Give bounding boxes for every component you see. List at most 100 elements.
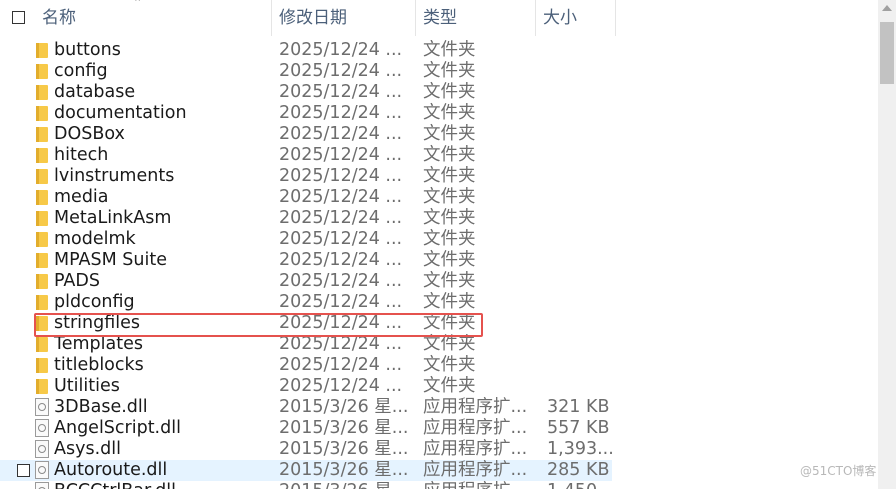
column-header-name[interactable]: 名称	[34, 0, 271, 36]
file-row[interactable]: 3DBase.dll 2015/3/26 星... 应用程序扩... 321 KB	[0, 397, 878, 418]
file-modified-date: 2025/12/24 ...	[279, 103, 403, 123]
scrollbar-thumb[interactable]	[880, 22, 894, 84]
file-row[interactable]: documentation 2025/12/24 ... 文件夹	[0, 103, 878, 124]
file-name: MPASM Suite	[54, 250, 167, 270]
file-type: 文件夹	[423, 376, 476, 396]
folder-icon	[36, 232, 48, 247]
file-type: 文件夹	[423, 103, 476, 123]
file-row[interactable]: database 2025/12/24 ... 文件夹	[0, 82, 878, 103]
file-name: documentation	[54, 103, 187, 123]
folder-icon	[36, 211, 48, 226]
folder-icon	[36, 64, 48, 79]
file-row[interactable]: titleblocks 2025/12/24 ... 文件夹	[0, 355, 878, 376]
file-row[interactable]: modelmk 2025/12/24 ... 文件夹	[0, 229, 878, 250]
file-type: 文件夹	[423, 40, 476, 60]
file-modified-date: 2025/12/24 ...	[279, 355, 403, 375]
file-name: MetaLinkAsm	[54, 208, 172, 228]
file-size: 557 KB	[547, 418, 610, 438]
file-row[interactable]: AngelScript.dll 2015/3/26 星... 应用程序扩... 557…	[0, 418, 878, 439]
file-type: 文件夹	[423, 145, 476, 165]
file-modified-date: 2025/12/24 ...	[279, 82, 403, 102]
file-row[interactable]: media 2025/12/24 ... 文件夹	[0, 187, 878, 208]
highlight-annotation-box	[34, 313, 483, 337]
folder-icon	[36, 358, 48, 373]
file-type: 文件夹	[423, 187, 476, 207]
folder-icon	[36, 148, 48, 163]
folder-icon	[36, 106, 48, 121]
file-row[interactable]: Asys.dll 2015/3/26 星... 应用程序扩... 1,393...	[0, 439, 878, 460]
file-row[interactable]: MetaLinkAsm 2025/12/24 ... 文件夹	[0, 208, 878, 229]
column-header-type[interactable]: 类型	[415, 0, 535, 36]
dll-file-icon	[35, 482, 49, 489]
file-modified-date: 2025/12/24 ...	[279, 250, 403, 270]
file-name: lvinstruments	[54, 166, 175, 186]
file-row[interactable]: Autoroute.dll 2015/3/26 星... 应用程序扩... 285 K…	[0, 460, 612, 481]
column-divider[interactable]	[615, 0, 616, 36]
file-type: 文件夹	[423, 166, 476, 186]
file-row[interactable]: hitech 2025/12/24 ... 文件夹	[0, 145, 878, 166]
file-name: pldconfig	[54, 292, 135, 312]
file-modified-date: 2025/12/24 ...	[279, 166, 403, 186]
file-name: modelmk	[54, 229, 136, 249]
file-type: 文件夹	[423, 124, 476, 144]
column-header-bar: ⌃ 名称 修改日期 类型 大小	[0, 0, 878, 36]
dll-file-icon	[35, 419, 49, 437]
file-type: 应用程序扩...	[423, 439, 528, 459]
file-row[interactable]: buttons 2025/12/24 ... 文件夹	[0, 40, 878, 61]
file-row[interactable]: Utilities 2025/12/24 ... 文件夹	[0, 376, 878, 397]
file-row[interactable]: config 2025/12/24 ... 文件夹	[0, 61, 878, 82]
file-row[interactable]: pldconfig 2025/12/24 ... 文件夹	[0, 292, 878, 313]
file-name: database	[54, 82, 136, 102]
file-row[interactable]: BCCCtrlBar.dll 2015/3/26 星... 应用程序扩... 1,45…	[0, 481, 878, 489]
file-name: buttons	[54, 40, 121, 60]
folder-icon	[36, 190, 48, 205]
file-type: 文件夹	[423, 271, 476, 291]
file-name: BCCCtrlBar.dll	[54, 481, 176, 489]
file-modified-date: 2025/12/24 ...	[279, 376, 403, 396]
file-name: media	[54, 187, 109, 207]
file-modified-date: 2025/12/24 ...	[279, 292, 403, 312]
row-select-checkbox[interactable]	[17, 464, 30, 477]
file-modified-date: 2025/12/24 ...	[279, 40, 403, 60]
column-header-modified[interactable]: 修改日期	[271, 0, 415, 36]
column-header-size[interactable]: 大小	[535, 0, 615, 36]
scroll-up-arrow-icon[interactable]	[882, 5, 892, 11]
folder-icon	[36, 43, 48, 58]
file-modified-date: 2025/12/24 ...	[279, 187, 403, 207]
file-type: 应用程序扩...	[423, 481, 527, 489]
file-modified-date: 2025/12/24 ...	[279, 145, 403, 165]
dll-file-icon	[35, 440, 49, 458]
folder-icon	[36, 295, 48, 310]
folder-icon	[36, 253, 48, 268]
file-type: 文件夹	[423, 82, 476, 102]
file-modified-date: 2025/12/24 ...	[279, 61, 403, 81]
file-type: 文件夹	[423, 334, 476, 354]
watermark: @51CTO博客	[800, 464, 877, 478]
file-size: 1,450...	[547, 481, 614, 489]
file-type: 应用程序扩...	[423, 397, 528, 417]
file-row[interactable]: Templates 2025/12/24 ... 文件夹	[0, 334, 878, 355]
file-modified-date: 2025/12/24 ...	[279, 271, 403, 291]
file-type: 应用程序扩...	[423, 418, 528, 438]
file-row[interactable]: lvinstruments 2025/12/24 ... 文件夹	[0, 166, 878, 187]
dll-file-icon	[35, 461, 49, 479]
file-name: Autoroute.dll	[54, 460, 168, 480]
file-type: 文件夹	[423, 292, 476, 312]
file-modified-date: 2015/3/26 星...	[279, 418, 409, 438]
file-row[interactable]: PADS 2025/12/24 ... 文件夹	[0, 271, 878, 292]
file-type: 文件夹	[423, 250, 476, 270]
dll-file-icon	[35, 398, 49, 416]
file-name: DOSBox	[54, 124, 125, 144]
file-row[interactable]: MPASM Suite 2025/12/24 ... 文件夹	[0, 250, 878, 271]
file-modified-date: 2015/3/26 星...	[279, 439, 409, 459]
select-all-checkbox[interactable]	[12, 11, 25, 24]
file-size: 321 KB	[547, 397, 610, 417]
folder-icon	[36, 379, 48, 394]
file-type: 文件夹	[423, 229, 476, 249]
folder-icon	[36, 85, 48, 100]
file-row[interactable]: DOSBox 2025/12/24 ... 文件夹	[0, 124, 878, 145]
file-name: config	[54, 61, 108, 81]
file-name: PADS	[54, 271, 100, 291]
file-size: 285 KB	[547, 460, 610, 480]
file-type: 文件夹	[423, 61, 476, 81]
